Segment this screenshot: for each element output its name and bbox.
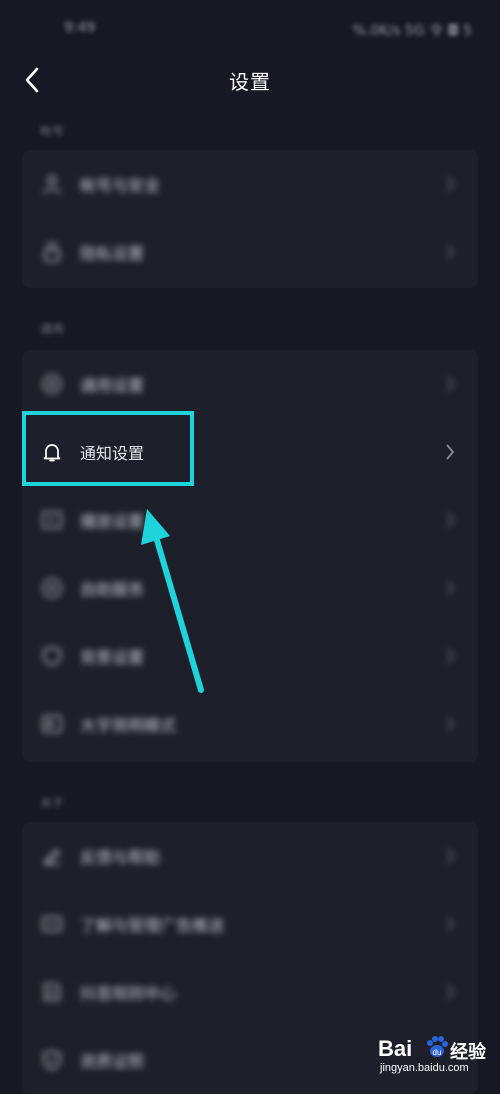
badge-icon <box>43 1050 61 1070</box>
font-size-icon <box>42 715 62 733</box>
chevron-right-icon <box>446 244 455 260</box>
settings-item-label: 大字简明模式 <box>80 716 177 735</box>
section-label-general: 通用 <box>40 322 65 336</box>
settings-item-general[interactable]: 通用设置 <box>22 350 478 418</box>
settings-item-label: 播放设置 <box>80 512 145 531</box>
page-title: 设置 <box>229 70 271 94</box>
chevron-right-icon <box>446 176 455 192</box>
service-icon <box>42 578 62 598</box>
settings-item-privacy[interactable]: 隐私设置 <box>22 218 478 286</box>
settings-item-label: 帐号与安全 <box>80 176 161 195</box>
baidu-jingyan-watermark: Bai du 经验 jingyan.baidu.com <box>378 1034 490 1078</box>
section-label-account: 帐号 <box>40 124 65 138</box>
chevron-right-icon <box>446 580 455 596</box>
book-icon <box>44 983 60 1001</box>
watermark-logo-text: Bai <box>378 1036 413 1061</box>
paw-icon: du <box>427 1036 448 1057</box>
header: 设置 <box>0 56 500 104</box>
lock-icon <box>44 242 60 262</box>
chevron-right-icon <box>446 648 455 664</box>
settings-item-label: 资质证照 <box>80 1052 145 1071</box>
settings-group-account: 帐号与安全 隐私设置 <box>22 150 478 288</box>
gear-icon <box>42 374 62 394</box>
settings-item-account-security[interactable]: 帐号与安全 <box>22 150 478 218</box>
ad-icon <box>42 916 62 932</box>
section-label-about: 关于 <box>40 796 65 810</box>
settings-item-notifications[interactable]: 通知设置 <box>22 418 478 486</box>
settings-item-label: 抖音规则中心 <box>80 984 177 1003</box>
chevron-right-icon <box>446 984 455 1000</box>
settings-item-label: 背景设置 <box>80 648 145 667</box>
person-icon <box>43 175 61 194</box>
svg-text:du: du <box>433 1048 442 1057</box>
settings-item-large-font-mode[interactable]: 大字简明模式 <box>22 690 478 758</box>
settings-item-playback[interactable]: 播放设置 <box>22 486 478 554</box>
chevron-right-icon <box>446 444 455 460</box>
play-icon <box>42 511 62 529</box>
shield-icon <box>43 646 61 666</box>
chevron-right-icon <box>446 916 455 932</box>
status-bar: 9:49 %.0K/s 5G 令 ◘ 5 <box>0 0 500 60</box>
settings-item-label: 通用设置 <box>80 376 145 395</box>
settings-item-background[interactable]: 背景设置 <box>22 622 478 690</box>
settings-item-label: 反馈与帮助 <box>80 848 161 867</box>
chevron-right-icon <box>446 512 455 528</box>
settings-item-ad-management[interactable]: 了解与管理广告推送 <box>22 890 478 958</box>
bell-icon <box>43 444 61 462</box>
chevron-right-icon <box>446 716 455 732</box>
settings-item-rules-center[interactable]: 抖音规则中心 <box>22 958 478 1026</box>
settings-item-label: 通知设置 <box>80 444 145 463</box>
edit-icon <box>44 848 61 865</box>
chevron-right-icon <box>446 848 455 864</box>
settings-item-label: 隐私设置 <box>80 244 145 263</box>
settings-group-general: 通用设置 通知设置 播放设置 自助服务 背景设置 大字简明模式 <box>22 350 478 762</box>
watermark-url: jingyan.baidu.com <box>380 1062 469 1074</box>
chevron-right-icon <box>446 376 455 392</box>
settings-item-feedback[interactable]: 反馈与帮助 <box>22 822 478 890</box>
settings-item-label: 了解与管理广告推送 <box>80 916 225 935</box>
watermark-cn-text: 经验 <box>450 1042 486 1063</box>
settings-item-label: 自助服务 <box>80 580 145 599</box>
settings-item-self-service[interactable]: 自助服务 <box>22 554 478 622</box>
status-time: 9:49 <box>64 20 96 36</box>
status-indicators: %.0K/s 5G 令 ◘ 5 <box>352 23 472 39</box>
